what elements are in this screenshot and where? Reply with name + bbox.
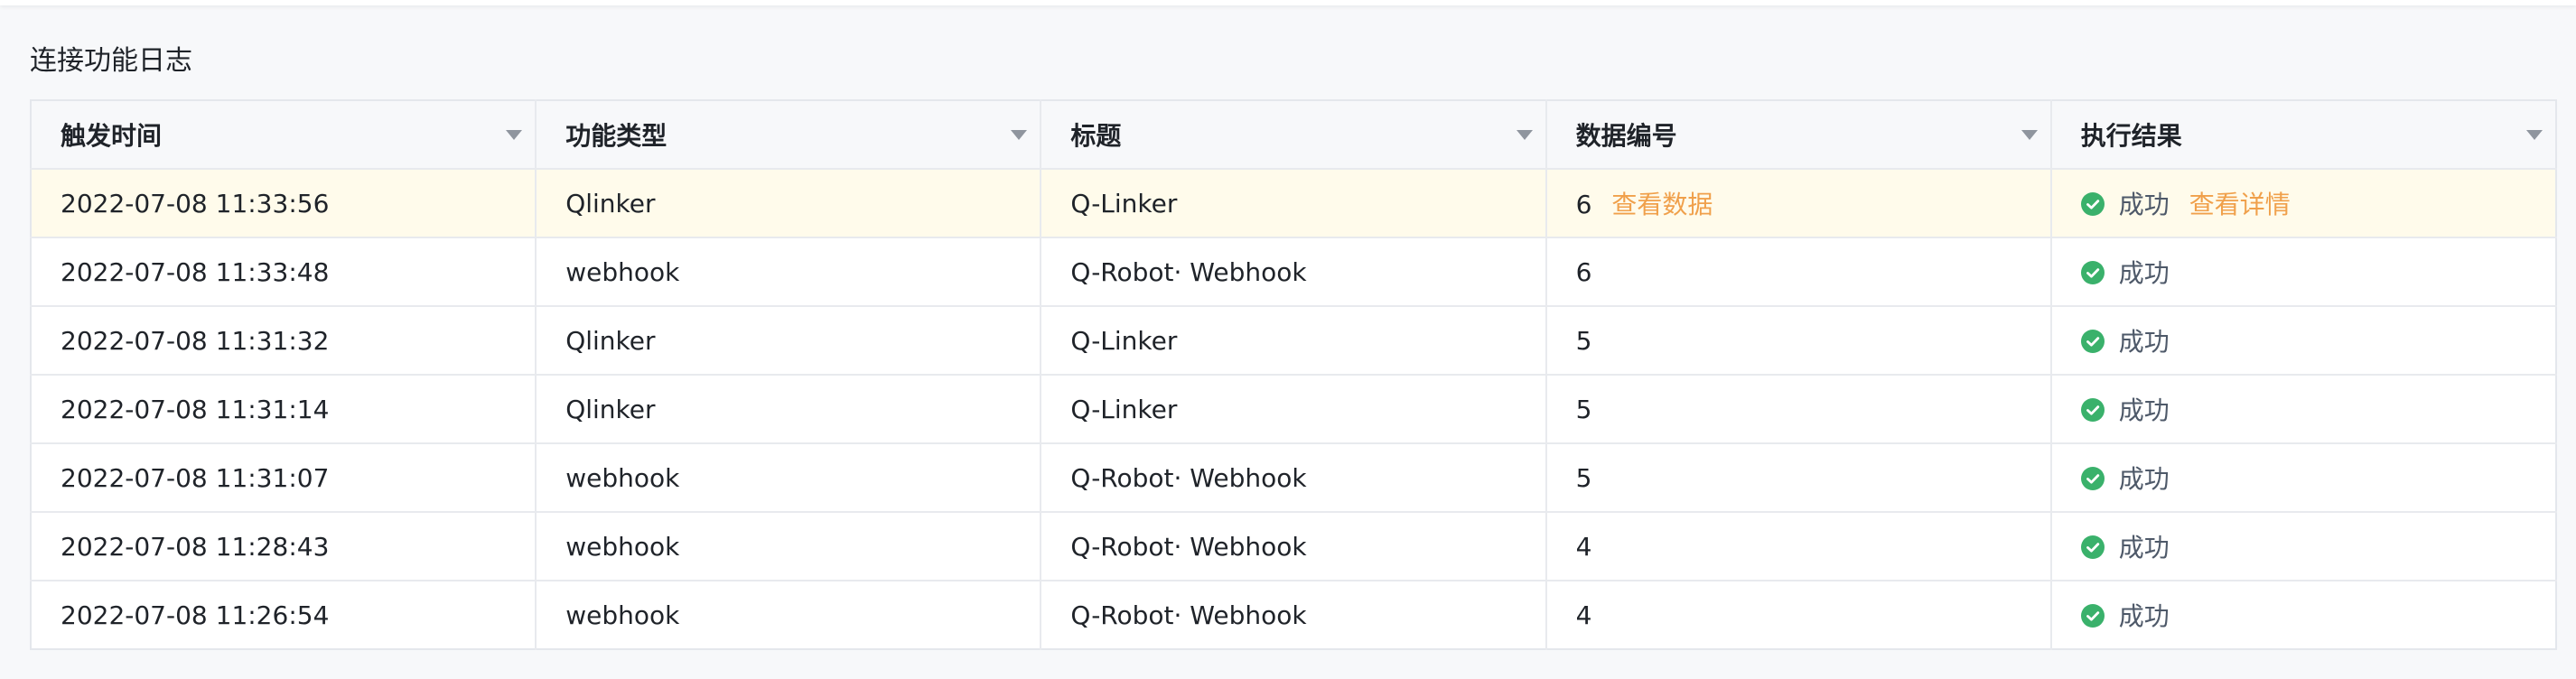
cell-result: 成功 xyxy=(2050,443,2556,513)
cell-data-number: 5 xyxy=(1545,306,2052,376)
cell-data-number: 4 xyxy=(1545,512,2052,581)
cell-function-type: Qlinker xyxy=(536,375,1042,444)
cell-function-type: webhook xyxy=(536,237,1042,307)
cell-title: Q-Robot· Webhook xyxy=(1041,512,1547,581)
cell-data-number: 5 xyxy=(1545,375,2052,444)
cell-trigger-time: 2022-07-08 11:31:14 xyxy=(31,375,537,444)
success-check-icon xyxy=(2080,192,2105,216)
cell-title: Q-Robot· Webhook xyxy=(1041,443,1547,513)
cell-function-type: webhook xyxy=(536,512,1042,581)
cell-data-number: 6 查看数据 xyxy=(1545,169,2052,238)
cell-result: 成功 xyxy=(2050,512,2556,581)
cell-function-type: webhook xyxy=(536,581,1042,649)
cell-data-number: 4 xyxy=(1545,581,2052,649)
cell-title: Q-Robot· Webhook xyxy=(1041,581,1547,649)
cell-result: 成功 xyxy=(2050,237,2556,307)
cell-result: 成功 xyxy=(2050,375,2556,444)
section-title: 连接功能日志 xyxy=(30,45,192,77)
sort-caret-down-icon[interactable] xyxy=(1516,130,1533,140)
cell-function-type: webhook xyxy=(536,443,1042,513)
success-check-icon xyxy=(2080,261,2105,284)
cell-trigger-time: 2022-07-08 11:31:32 xyxy=(31,306,537,376)
cell-title: Q-Linker xyxy=(1041,306,1547,376)
table-row[interactable]: 2022-07-08 11:31:32 Qlinker Q-Linker 5 成功 xyxy=(31,306,2556,376)
table-row[interactable]: 2022-07-08 11:28:43 webhook Q-Robot· Webho… xyxy=(31,512,2556,581)
view-details-link[interactable]: 查看详情 xyxy=(2189,190,2291,219)
success-check-icon xyxy=(2080,535,2105,559)
success-check-icon xyxy=(2080,604,2105,628)
table-row[interactable]: 2022-07-08 11:31:07 webhook Q-Robot· Webho… xyxy=(31,443,2556,513)
sort-caret-down-icon[interactable] xyxy=(2525,130,2543,140)
cell-function-type: Qlinker xyxy=(536,169,1042,238)
cell-data-number: 6 xyxy=(1545,237,2052,307)
success-check-icon xyxy=(2080,330,2105,353)
cell-trigger-time: 2022-07-08 11:28:43 xyxy=(31,512,537,581)
table-row[interactable]: 2022-07-08 11:26:54 webhook Q-Robot· Webho… xyxy=(31,581,2556,649)
cell-trigger-time: 2022-07-08 11:33:48 xyxy=(31,237,537,307)
cell-title: Q-Linker xyxy=(1041,169,1547,238)
top-panel-edge xyxy=(0,0,2576,5)
cell-result: 成功 xyxy=(2051,581,2556,649)
table-row[interactable]: 2022-07-08 11:31:14 Qlinker Q-Linker 5 成功 xyxy=(31,375,2556,444)
table-row[interactable]: 2022-07-08 11:33:48 webhook Q-Robot· Webho… xyxy=(31,237,2556,307)
cell-trigger-time: 2022-07-08 11:31:07 xyxy=(31,443,537,513)
sort-caret-down-icon[interactable] xyxy=(2021,130,2038,140)
sort-caret-down-icon[interactable] xyxy=(1011,130,1028,140)
cell-data-number: 5 xyxy=(1545,443,2052,513)
cell-title: Q-Robot· Webhook xyxy=(1041,237,1547,307)
view-data-link[interactable]: 查看数据 xyxy=(1611,190,1713,219)
column-header-result[interactable]: 执行结果 xyxy=(2050,100,2556,170)
connection-log-table: 触发时间 功能类型 标题 数据编号 执行结果 2022-07-08 11:33:… xyxy=(30,99,2557,650)
success-check-icon xyxy=(2080,398,2105,422)
cell-trigger-time: 2022-07-08 11:33:56 xyxy=(31,169,537,238)
column-header-trigger-time[interactable]: 触发时间 xyxy=(31,100,537,170)
cell-title: Q-Linker xyxy=(1041,375,1547,444)
table-header-row: 触发时间 功能类型 标题 数据编号 执行结果 xyxy=(31,100,2556,170)
column-header-data-number[interactable]: 数据编号 xyxy=(1545,100,2052,170)
table-row[interactable]: 2022-07-08 11:33:56 Qlinker Q-Linker 6 查看数据成… xyxy=(31,169,2556,238)
cell-function-type: Qlinker xyxy=(536,306,1042,376)
column-header-title[interactable]: 标题 xyxy=(1041,100,1547,170)
sort-caret-down-icon[interactable] xyxy=(506,130,523,140)
success-check-icon xyxy=(2080,467,2105,490)
cell-trigger-time: 2022-07-08 11:26:54 xyxy=(31,581,537,649)
cell-result: 成功 查看详情 xyxy=(2050,169,2556,238)
column-header-function-type[interactable]: 功能类型 xyxy=(536,100,1042,170)
cell-result: 成功 xyxy=(2050,306,2556,376)
